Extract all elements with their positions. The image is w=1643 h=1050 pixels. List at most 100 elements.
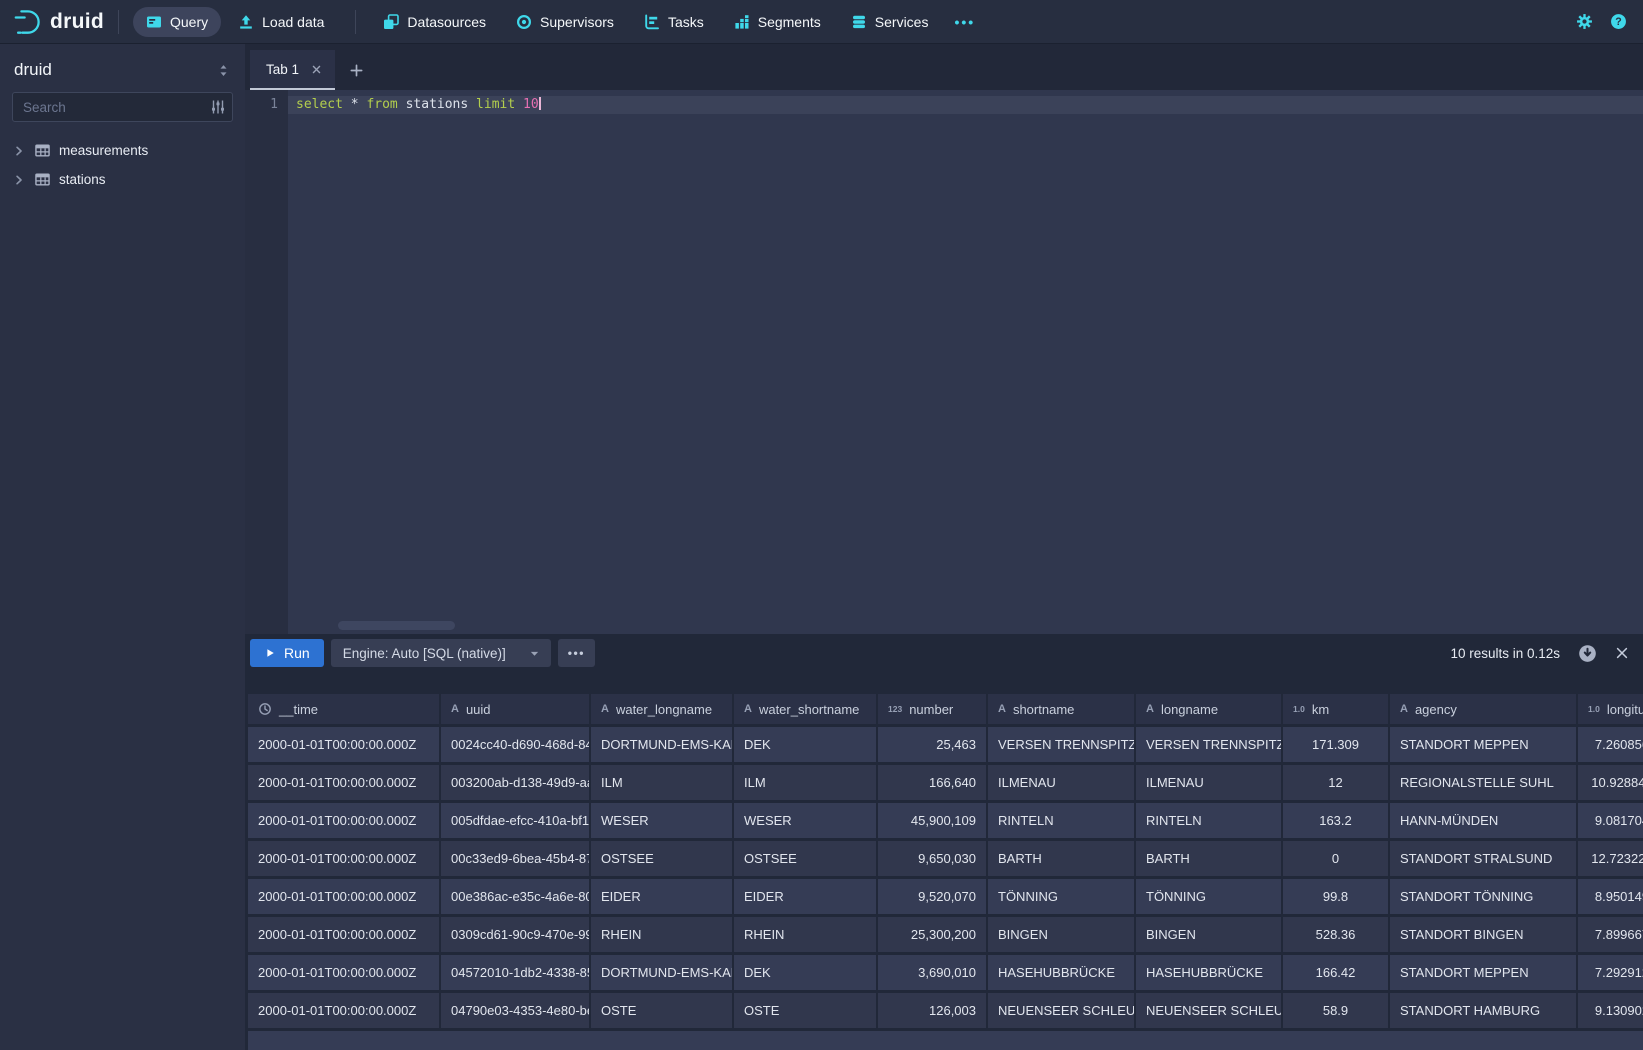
cell-agency[interactable]: REGIONALSTELLE SUHL <box>1390 765 1578 800</box>
cell-water_longname[interactable]: RHEIN <box>591 917 734 952</box>
cell-number[interactable]: 9,520,070 <box>878 879 988 914</box>
cell-shortname[interactable]: BINGEN <box>988 917 1136 952</box>
cell-agency[interactable]: STANDORT STRALSUND <box>1390 841 1578 876</box>
cell-water_shortname[interactable]: DEK <box>734 955 878 990</box>
cell-longitude[interactable]: 12.723226 <box>1578 841 1643 876</box>
cell-uuid[interactable]: 04790e03-4353-4e80-be <box>441 993 591 1028</box>
close-results-icon[interactable] <box>1615 646 1629 660</box>
brand[interactable]: druid <box>12 7 104 37</box>
cell-km[interactable]: 171.309 <box>1283 727 1390 762</box>
cell-number[interactable]: 45,900,109 <box>878 803 988 838</box>
cell-agency[interactable]: STANDORT MEPPEN <box>1390 955 1578 990</box>
cell-km[interactable]: 166.42 <box>1283 955 1390 990</box>
filter-sliders-icon[interactable] <box>210 99 226 115</box>
cell-uuid[interactable]: 00e386ac-e35c-4a6e-80 <box>441 879 591 914</box>
cell-__time[interactable]: 2000-01-01T00:00:00.000Z <box>248 955 441 990</box>
cell-number[interactable]: 9,650,030 <box>878 841 988 876</box>
cell-water_shortname[interactable]: DEK <box>734 727 878 762</box>
cell-longname[interactable]: ILMENAU <box>1136 765 1283 800</box>
cell-__time[interactable]: 2000-01-01T00:00:00.000Z <box>248 841 441 876</box>
cell-water_longname[interactable]: DORTMUND-EMS-KANAL <box>591 727 734 762</box>
nav-item-segments[interactable]: Segments <box>721 7 834 37</box>
tab-close-icon[interactable] <box>311 64 322 75</box>
cell-water_shortname[interactable]: EIDER <box>734 879 878 914</box>
cell-water_shortname[interactable]: WESER <box>734 803 878 838</box>
cell-water_shortname[interactable]: OSTE <box>734 993 878 1028</box>
cell-km[interactable]: 0 <box>1283 841 1390 876</box>
cell-water_longname[interactable]: EIDER <box>591 879 734 914</box>
cell-water_longname[interactable]: WESER <box>591 803 734 838</box>
run-button[interactable]: Run <box>250 639 324 667</box>
tree-item-stations[interactable]: stations <box>0 165 245 194</box>
nav-item-datasources[interactable]: Datasources <box>370 7 499 37</box>
column-header-__time[interactable]: __time <box>248 694 441 724</box>
sql-editor[interactable]: 1 select * from stations limit 10 <box>245 90 1643 634</box>
column-header-agency[interactable]: Aagency <box>1390 694 1578 724</box>
cell-longname[interactable]: BARTH <box>1136 841 1283 876</box>
cell-number[interactable]: 25,300,200 <box>878 917 988 952</box>
column-header-uuid[interactable]: Auuid <box>441 694 591 724</box>
search-input[interactable] <box>12 92 233 122</box>
cell-km[interactable]: 12 <box>1283 765 1390 800</box>
cell-longitude[interactable]: 7.260856 <box>1578 727 1643 762</box>
cell-agency[interactable]: STANDORT TÖNNING <box>1390 879 1578 914</box>
nav-item-load-data[interactable]: Load data <box>225 7 337 37</box>
cell-water_longname[interactable]: OSTE <box>591 993 734 1028</box>
schema-selector[interactable]: druid <box>0 44 245 92</box>
cell-shortname[interactable]: BARTH <box>988 841 1136 876</box>
cell-uuid[interactable]: 003200ab-d138-49d9-aa <box>441 765 591 800</box>
download-results-icon[interactable] <box>1578 644 1597 663</box>
cell-km[interactable]: 163.2 <box>1283 803 1390 838</box>
nav-item-tasks[interactable]: Tasks <box>631 7 717 37</box>
code-line[interactable]: select * from stations limit 10 <box>288 96 1643 114</box>
cell-km[interactable]: 99.8 <box>1283 879 1390 914</box>
cell-number[interactable]: 3,690,010 <box>878 955 988 990</box>
cell-longitude[interactable]: 9.081704 <box>1578 803 1643 838</box>
settings-gear-icon[interactable] <box>1576 13 1593 30</box>
cell-shortname[interactable]: VERSEN TRENNSPITZE <box>988 727 1136 762</box>
cell-longname[interactable]: VERSEN TRENNSPITZE <box>1136 727 1283 762</box>
add-tab-button[interactable] <box>349 50 364 90</box>
cell-__time[interactable]: 2000-01-01T00:00:00.000Z <box>248 993 441 1028</box>
cell-longitude[interactable]: 10.928845 <box>1578 765 1643 800</box>
cell-number[interactable]: 25,463 <box>878 727 988 762</box>
cell-uuid[interactable]: 04572010-1db2-4338-85 <box>441 955 591 990</box>
cell-__time[interactable]: 2000-01-01T00:00:00.000Z <box>248 727 441 762</box>
cell-uuid[interactable]: 0309cd61-90c9-470e-99 <box>441 917 591 952</box>
cell-agency[interactable]: STANDORT HAMBURG <box>1390 993 1578 1028</box>
cell-__time[interactable]: 2000-01-01T00:00:00.000Z <box>248 803 441 838</box>
nav-item-services[interactable]: Services <box>838 7 942 37</box>
cell-uuid[interactable]: 00c33ed9-6bea-45b4-87 <box>441 841 591 876</box>
cell-water_shortname[interactable]: ILM <box>734 765 878 800</box>
tree-item-measurements[interactable]: measurements <box>0 136 245 165</box>
nav-item-query[interactable]: Query <box>133 7 221 37</box>
cell-shortname[interactable]: RINTELN <box>988 803 1136 838</box>
cell-shortname[interactable]: NEUENSEER SCHLEUSEN <box>988 993 1136 1028</box>
column-header-shortname[interactable]: Ashortname <box>988 694 1136 724</box>
column-header-longitude[interactable]: 1.0longitude <box>1578 694 1643 724</box>
cell-__time[interactable]: 2000-01-01T00:00:00.000Z <box>248 765 441 800</box>
editor-code[interactable]: select * from stations limit 10 <box>288 90 1643 634</box>
cell-number[interactable]: 166,640 <box>878 765 988 800</box>
cell-water_longname[interactable]: OSTSEE <box>591 841 734 876</box>
cell-km[interactable]: 58.9 <box>1283 993 1390 1028</box>
cell-longitude[interactable]: 7.899667 <box>1578 917 1643 952</box>
cell-longitude[interactable]: 9.130902 <box>1578 993 1643 1028</box>
cell-water_shortname[interactable]: RHEIN <box>734 917 878 952</box>
column-header-km[interactable]: 1.0km <box>1283 694 1390 724</box>
cell-water_longname[interactable]: ILM <box>591 765 734 800</box>
cell-number[interactable]: 126,003 <box>878 993 988 1028</box>
cell-agency[interactable]: STANDORT MEPPEN <box>1390 727 1578 762</box>
cell-__time[interactable]: 2000-01-01T00:00:00.000Z <box>248 917 441 952</box>
cell-agency[interactable]: STANDORT BINGEN <box>1390 917 1578 952</box>
cell-longitude[interactable]: 8.950149 <box>1578 879 1643 914</box>
engine-select[interactable]: Engine: Auto [SQL (native)] <box>331 639 551 667</box>
nav-item-more[interactable]: ••• <box>945 7 984 37</box>
cell-longname[interactable]: RINTELN <box>1136 803 1283 838</box>
tab-tab1[interactable]: Tab 1 <box>250 50 335 90</box>
cell-uuid[interactable]: 005dfdae-efcc-410a-bf1 <box>441 803 591 838</box>
column-header-water_shortname[interactable]: Awater_shortname <box>734 694 878 724</box>
cell-shortname[interactable]: HASEHUBBRÜCKE <box>988 955 1136 990</box>
cell-shortname[interactable]: TÖNNING <box>988 879 1136 914</box>
cell-longname[interactable]: HASEHUBBRÜCKE <box>1136 955 1283 990</box>
